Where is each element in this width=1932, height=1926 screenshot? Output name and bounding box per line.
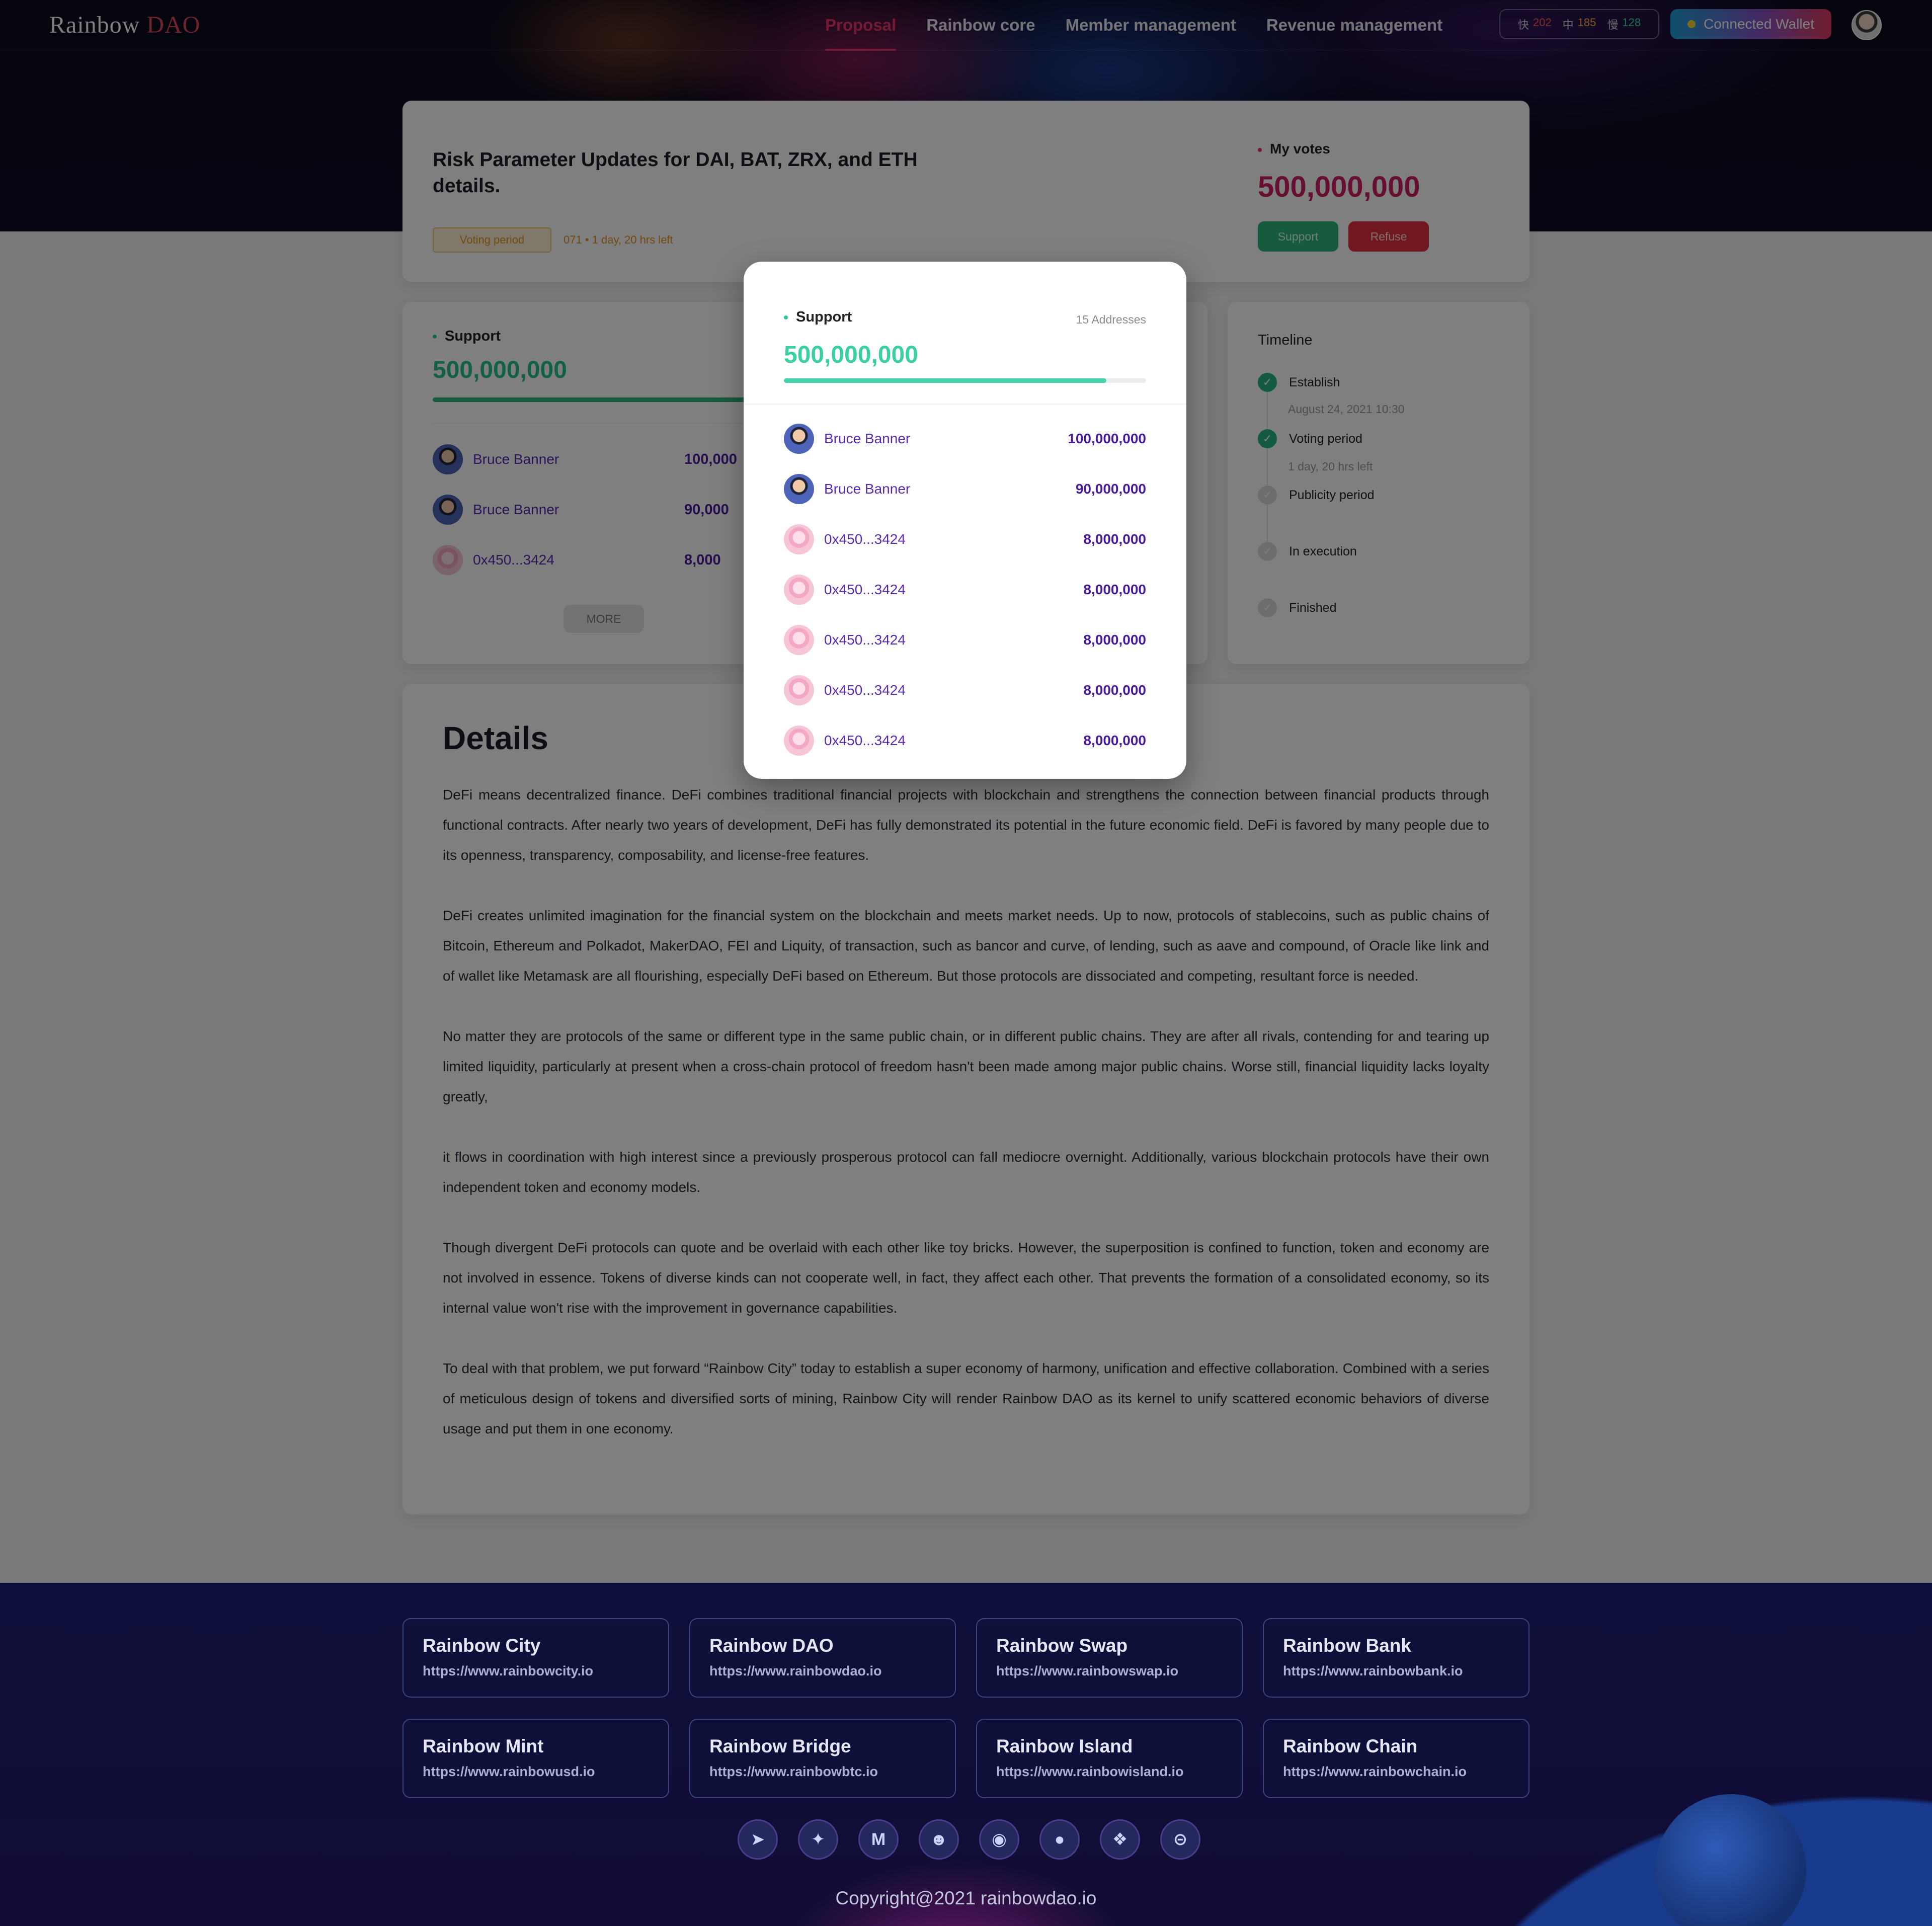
modal-support-total: 500,000,000 [784, 342, 918, 368]
avatar [784, 474, 814, 504]
site-name: Rainbow Chain [1283, 1736, 1418, 1756]
site-name: Rainbow Mint [423, 1736, 544, 1756]
vote-amount: 8,000,000 [1083, 733, 1146, 748]
voter-name: 0x450...3424 [824, 582, 906, 597]
voter-name: 0x450...3424 [824, 682, 906, 698]
list-item[interactable]: 0x450...3424 8,000,000 [784, 524, 1146, 554]
modal-progress-bar [784, 378, 1146, 383]
site-name: Rainbow Swap [996, 1635, 1128, 1656]
discord-icon[interactable]: ◉ [979, 1819, 1019, 1860]
avatar [784, 675, 814, 705]
vote-amount: 90,000,000 [1075, 481, 1146, 497]
footer: Rainbow City https://www.rainbowcity.io R… [0, 1583, 1932, 1926]
site-card-rainbow-bank[interactable]: Rainbow Bank https://www.rainbowbank.io [1263, 1618, 1530, 1698]
gitbook-icon[interactable]: ❖ [1100, 1819, 1140, 1860]
site-card-rainbow-bridge[interactable]: Rainbow Bridge https://www.rainbowbtc.io [689, 1719, 956, 1798]
modal-overlay[interactable] [0, 0, 1932, 1583]
site-card-rainbow-chain[interactable]: Rainbow Chain https://www.rainbowchain.io [1263, 1719, 1530, 1798]
site-card-rainbow-swap[interactable]: Rainbow Swap https://www.rainbowswap.io [976, 1618, 1243, 1698]
site-url[interactable]: https://www.rainbowbank.io [1283, 1663, 1528, 1679]
vote-amount: 8,000,000 [1083, 632, 1146, 648]
voter-name: 0x450...3424 [824, 632, 906, 648]
site-url[interactable]: https://www.rainbowbtc.io [709, 1764, 955, 1780]
site-url[interactable]: https://www.rainbowdao.io [709, 1663, 955, 1679]
site-url[interactable]: https://www.rainbowisland.io [996, 1764, 1242, 1780]
site-card-rainbow-city[interactable]: Rainbow City https://www.rainbowcity.io [403, 1618, 669, 1698]
list-item[interactable]: 0x450...3424 8,000,000 [784, 625, 1146, 655]
github-icon[interactable]: ● [1039, 1819, 1080, 1860]
medium-icon[interactable]: M [858, 1819, 899, 1860]
site-name: Rainbow Island [996, 1736, 1133, 1756]
avatar [784, 424, 814, 454]
avatar [784, 575, 814, 605]
site-card-rainbow-island[interactable]: Rainbow Island https://www.rainbowisland.… [976, 1719, 1243, 1798]
social-links: ➤ ✦ M ☻ ◉ ● ❖ ⊝ [738, 1819, 1200, 1860]
reddit-icon[interactable]: ☻ [919, 1819, 959, 1860]
avatar [784, 524, 814, 554]
coinmarketcap-icon[interactable]: ⊝ [1160, 1819, 1200, 1860]
vote-amount: 100,000,000 [1068, 431, 1146, 446]
list-item[interactable]: Bruce Banner 90,000,000 [784, 474, 1146, 504]
vote-amount: 8,000,000 [1083, 531, 1146, 547]
telegram-icon[interactable]: ➤ [738, 1819, 778, 1860]
site-card-rainbow-mint[interactable]: Rainbow Mint https://www.rainbowusd.io [403, 1719, 669, 1798]
vote-amount: 8,000,000 [1083, 582, 1146, 597]
list-item[interactable]: Bruce Banner 100,000,000 [784, 424, 1146, 454]
divider [744, 404, 1186, 405]
site-name: Rainbow City [423, 1635, 541, 1656]
modal-progress-fill [784, 378, 1106, 383]
list-item[interactable]: 0x450...3424 8,000,000 [784, 726, 1146, 756]
copyright: Copyright@2021 rainbowdao.io [835, 1888, 1097, 1908]
avatar [784, 726, 814, 756]
voter-name: Bruce Banner [824, 481, 911, 497]
vote-amount: 8,000,000 [1083, 682, 1146, 698]
voter-name: 0x450...3424 [824, 733, 906, 748]
site-url[interactable]: https://www.rainbowswap.io [996, 1663, 1242, 1679]
site-url[interactable]: https://www.rainbowcity.io [423, 1663, 668, 1679]
avatar [784, 625, 814, 655]
site-card-rainbow-dao[interactable]: Rainbow DAO https://www.rainbowdao.io [689, 1618, 956, 1698]
list-item[interactable]: 0x450...3424 8,000,000 [784, 575, 1146, 605]
site-url[interactable]: https://www.rainbowusd.io [423, 1764, 668, 1780]
modal-support-label: Support [784, 309, 852, 326]
site-url[interactable]: https://www.rainbowchain.io [1283, 1764, 1528, 1780]
site-name: Rainbow Bridge [709, 1736, 851, 1756]
site-name: Rainbow Bank [1283, 1635, 1411, 1656]
twitter-icon[interactable]: ✦ [798, 1819, 838, 1860]
voter-name: 0x450...3424 [824, 531, 906, 547]
support-modal: Support 15 Addresses 500,000,000 Bruce B… [744, 262, 1186, 779]
voter-name: Bruce Banner [824, 431, 911, 446]
list-item[interactable]: 0x450...3424 8,000,000 [784, 675, 1146, 705]
address-count: 15 Addresses [1076, 313, 1146, 326]
site-name: Rainbow DAO [709, 1635, 834, 1656]
